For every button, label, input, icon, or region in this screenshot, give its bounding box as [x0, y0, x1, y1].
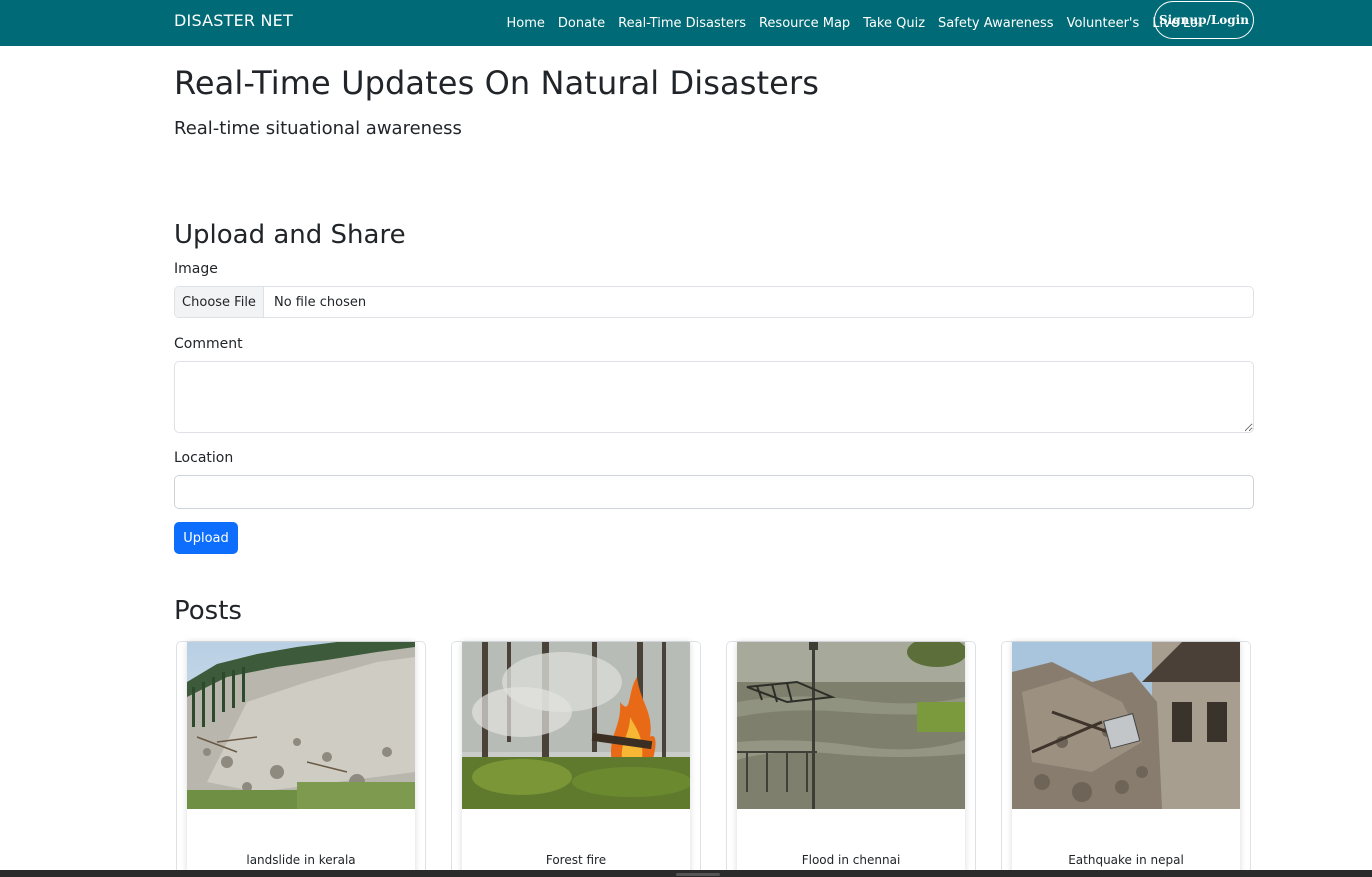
landslide-photo[interactable] — [187, 642, 415, 809]
post-caption: landslide in kerala — [246, 853, 356, 867]
page-subtitle: Real-time situational awareness — [174, 118, 462, 139]
post-card-body: Eathquake in nepal — [1012, 642, 1240, 877]
nav-link-donate[interactable]: Donate — [558, 16, 605, 31]
upload-button[interactable]: Upload — [174, 522, 238, 554]
post-caption: Forest fire — [545, 853, 607, 867]
post-card-body: Flood in chennai — [737, 642, 965, 877]
post-caption: Eathquake in nepal — [1068, 853, 1184, 867]
post-card-flood[interactable]: Flood in chennai — [726, 641, 976, 877]
posts-heading: Posts — [174, 596, 242, 626]
nav-link-resource-map[interactable]: Resource Map — [759, 16, 850, 31]
scroll-indicator — [676, 873, 720, 876]
nav-links: Home Donate Real-Time Disasters Resource… — [500, 0, 1206, 46]
post-card-landslide[interactable]: landslide in kerala — [176, 641, 426, 877]
comment-label: Comment — [174, 336, 243, 352]
post-card-body: Forest fire — [462, 642, 690, 877]
nav-link-take-quiz[interactable]: Take Quiz — [863, 16, 925, 31]
post-card-earthquake[interactable]: Eathquake in nepal — [1001, 641, 1251, 877]
nav-link-real-time-disasters[interactable]: Real-Time Disasters — [618, 16, 746, 31]
location-label: Location — [174, 450, 234, 466]
post-card-forest-fire[interactable]: Forest fire — [451, 641, 701, 877]
top-navbar: DISASTER NET Home Donate Real-Time Disas… — [0, 0, 1372, 46]
choose-file-button[interactable]: Choose File — [175, 287, 264, 317]
nav-link-volunteers[interactable]: Volunteer's — [1067, 16, 1140, 31]
flood-photo[interactable] — [737, 642, 965, 809]
location-input[interactable] — [174, 475, 1254, 509]
forest-fire-photo[interactable] — [462, 642, 690, 809]
page-title: Real-Time Updates On Natural Disasters — [174, 64, 820, 102]
image-label: Image — [174, 261, 218, 277]
nav-link-home[interactable]: Home — [507, 16, 545, 31]
earthquake-photo[interactable] — [1012, 642, 1240, 809]
image-file-input[interactable]: Choose File No file chosen — [174, 286, 1254, 318]
post-card-body: landslide in kerala — [187, 642, 415, 877]
comment-textarea[interactable] — [174, 361, 1254, 433]
signup-login-button[interactable]: Signup/Login — [1154, 1, 1254, 39]
window-bottom-edge — [0, 870, 1372, 877]
post-caption: Flood in chennai — [801, 853, 901, 867]
upload-heading: Upload and Share — [174, 220, 406, 250]
file-status-text: No file chosen — [274, 294, 367, 310]
brand-logo-text[interactable]: DISASTER NET — [174, 11, 293, 30]
nav-link-safety-awareness[interactable]: Safety Awareness — [938, 16, 1054, 31]
